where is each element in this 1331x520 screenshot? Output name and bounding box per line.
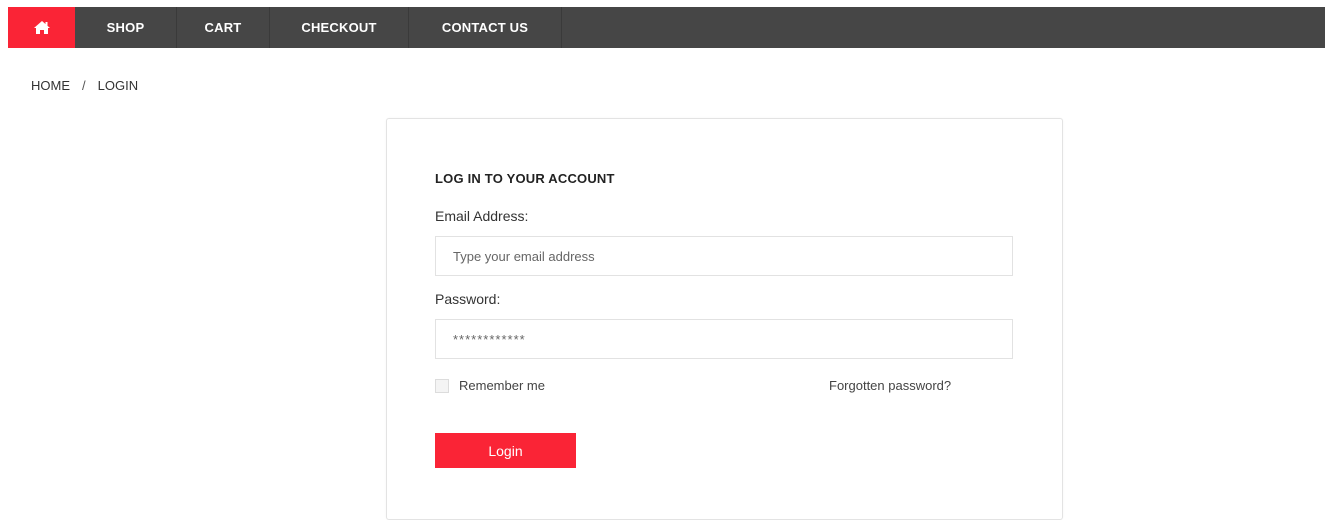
nav-item-cart[interactable]: CART: [177, 7, 270, 48]
breadcrumb: HOME / LOGIN: [31, 78, 138, 93]
forgot-password-link[interactable]: Forgotten password?: [829, 378, 951, 393]
nav-item-shop[interactable]: SHOP: [75, 7, 177, 48]
login-card: LOG IN TO YOUR ACCOUNT Email Address: Pa…: [386, 118, 1063, 520]
breadcrumb-current: LOGIN: [97, 78, 139, 93]
password-label: Password:: [435, 291, 501, 307]
breadcrumb-separator: /: [82, 78, 86, 93]
password-field[interactable]: [435, 319, 1013, 359]
nav-item-contact-us[interactable]: CONTACT US: [409, 7, 562, 48]
nav-home-button[interactable]: [8, 7, 75, 48]
main-navbar: SHOP CART CHECKOUT CONTACT US: [8, 7, 1325, 48]
login-title: LOG IN TO YOUR ACCOUNT: [435, 171, 615, 186]
remember-me-toggle[interactable]: Remember me: [435, 378, 545, 393]
email-label: Email Address:: [435, 208, 529, 224]
home-icon: [33, 21, 50, 34]
remember-me-checkbox[interactable]: [435, 378, 449, 393]
breadcrumb-home-link[interactable]: HOME: [31, 78, 70, 93]
nav-item-checkout[interactable]: CHECKOUT: [270, 7, 409, 48]
login-button[interactable]: Login: [435, 433, 576, 468]
email-field[interactable]: [435, 236, 1013, 276]
remember-me-label: Remember me: [459, 378, 545, 393]
